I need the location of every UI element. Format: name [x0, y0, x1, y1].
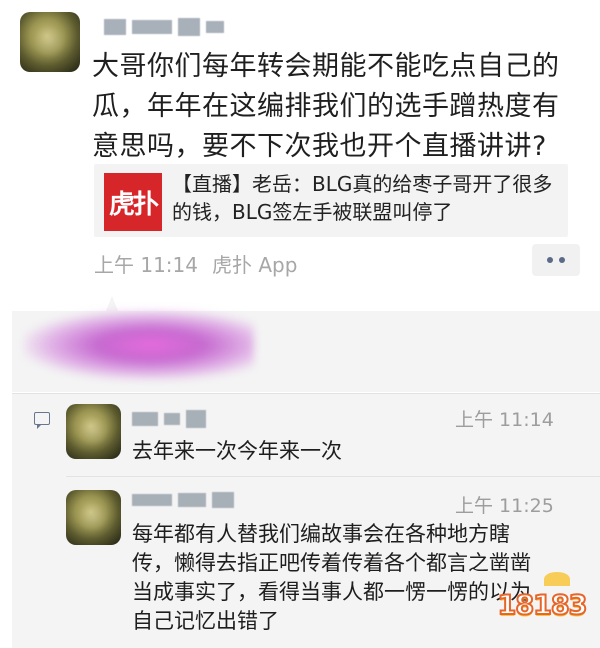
poster-avatar[interactable]	[20, 12, 80, 72]
redaction-smudge	[24, 310, 254, 380]
commenter-name-redacted	[132, 492, 234, 508]
commenter-name-redacted	[132, 410, 206, 428]
comment-text: 去年来一次今年来一次	[132, 439, 342, 463]
divider	[66, 476, 600, 477]
more-actions-button[interactable]	[532, 244, 580, 276]
post-text: 大哥你们每年转会期能不能吃点自己的瓜，年年在这编排我们的选手蹭热度有意思吗，要不…	[92, 51, 560, 162]
shared-link-card[interactable]: 虎扑 【直播】老岳：BLG真的给枣子哥开了很多的钱，BLG签左手被联盟叫停了	[94, 164, 568, 237]
commenter-avatar[interactable]	[66, 404, 121, 459]
post-time: 上午 11:14	[94, 253, 198, 277]
watermark-text: 18183	[497, 589, 589, 622]
comment-text: 每年都有人替我们编故事会在各种地方瞎传，懒得去指正吧传着传着各个都言之凿凿当成事…	[132, 522, 531, 633]
commenter-avatar[interactable]	[66, 490, 121, 545]
more-dots-icon	[547, 257, 553, 263]
post-source[interactable]: 虎扑 App	[212, 249, 297, 278]
comment-time: 上午 11:14	[455, 409, 554, 431]
poster-name-redacted	[104, 18, 224, 36]
more-dots-icon	[559, 257, 565, 263]
comment-icon	[34, 412, 50, 429]
hupu-logo: 虎扑	[104, 173, 162, 231]
shared-link-title: 【直播】老岳：BLG真的给枣子哥开了很多的钱，BLG签左手被联盟叫停了	[172, 172, 553, 224]
post-meta: 上午 11:14 虎扑 App	[94, 249, 297, 278]
comment-time: 上午 11:25	[455, 495, 554, 517]
site-watermark: 18183	[492, 575, 592, 635]
